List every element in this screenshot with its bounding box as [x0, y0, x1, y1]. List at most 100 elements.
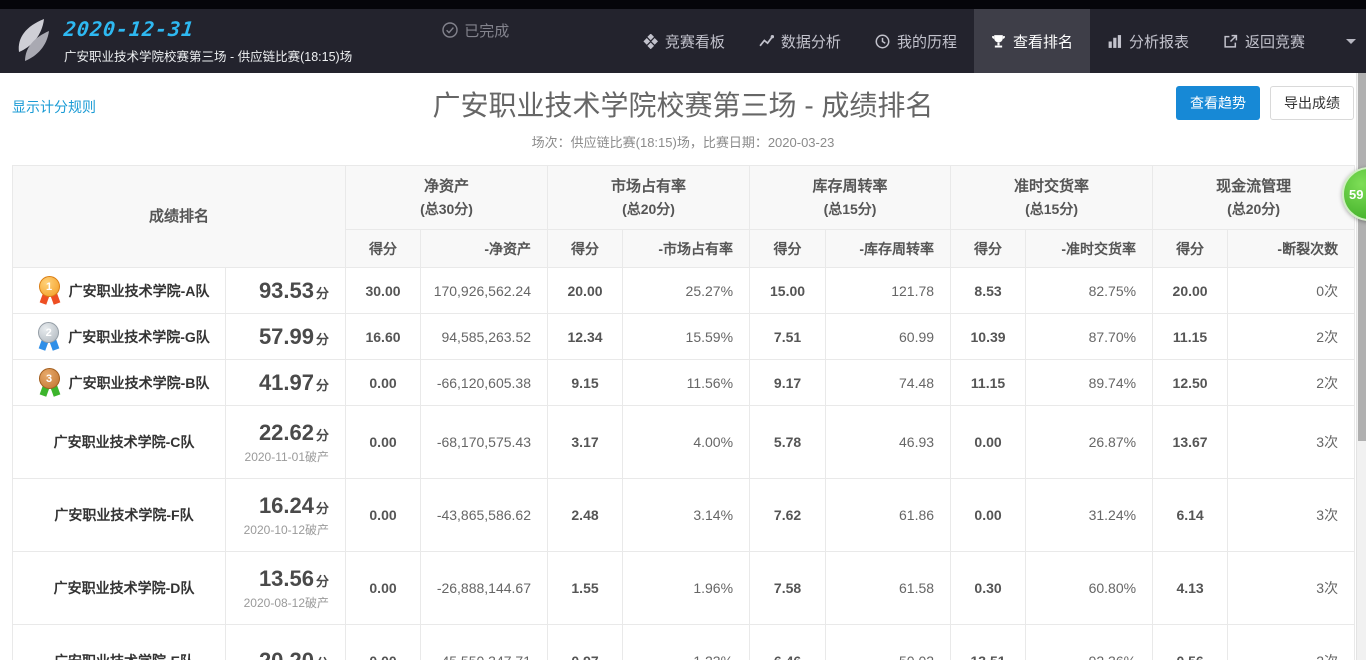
team-cell: 广安职业技术学院-F队: [13, 479, 226, 552]
score-subheader-2: 得分: [750, 230, 826, 268]
team-name: 广安职业技术学院-D队: [54, 578, 195, 598]
score-cell: 7.62: [750, 479, 826, 552]
score-subheader-3: 得分: [951, 230, 1026, 268]
table-row-6: 广安职业技术学院-D队 13.56分2020-08-12破产0.00-26,888…: [13, 552, 1355, 625]
score-cell: 7.51: [750, 314, 826, 360]
check-circle-icon: [442, 22, 458, 38]
score-cell: 11.15: [951, 360, 1026, 406]
team-name: 广安职业技术学院-G队: [68, 327, 210, 347]
export-scores-button[interactable]: 导出成绩: [1270, 86, 1354, 120]
value-cell: 46.93: [826, 406, 951, 479]
value-cell: 60.99: [826, 314, 951, 360]
group-header-1: 市场占有率(总20分): [548, 166, 750, 230]
total-score-cell: 22.62分2020-11-01破产: [226, 406, 346, 479]
total-score-cell: 20.20分: [226, 625, 346, 660]
value-cell: -43,865,586.62: [421, 479, 548, 552]
value-cell: 25.27%: [623, 268, 750, 314]
table-row-5: 广安职业技术学院-F队 16.24分2020-10-12破产0.00-43,865…: [13, 479, 1355, 552]
value-cell: 87.70%: [1026, 314, 1153, 360]
total-score-cell: 16.24分2020-10-12破产: [226, 479, 346, 552]
team-name: 广安职业技术学院-C队: [54, 432, 195, 452]
score-cell: 4.13: [1153, 552, 1228, 625]
score-cell: 11.15: [1153, 314, 1228, 360]
nav-item-label: 查看排名: [1013, 31, 1073, 52]
table-row-3: 3广安职业技术学院-B队41.97分0.00-66,120,605.389.15…: [13, 360, 1355, 406]
nav-dropdown-caret[interactable]: [1336, 9, 1366, 73]
value-cell: 31.24%: [1026, 479, 1153, 552]
nav-item-4[interactable]: 分析报表: [1090, 9, 1206, 73]
score-cell: 0.00: [346, 552, 421, 625]
competition-date: 2020-12-31: [63, 17, 354, 41]
score-cell: 7.58: [750, 552, 826, 625]
ranking-table-wrap: 成绩排名 净资产(总30分)市场占有率(总20分)库存周转率(总15分)准时交货…: [12, 165, 1354, 660]
score-cell: 8.53: [951, 268, 1026, 314]
total-score: 16.24: [259, 493, 314, 518]
nav-menu: 竞赛看板 数据分析我的历程 查看排名 分析报表返回竞赛: [626, 9, 1322, 73]
history-icon: [875, 34, 890, 49]
total-score: 20.20: [259, 648, 314, 660]
score-cell: 20.00: [1153, 268, 1228, 314]
score-cell: 0.00: [346, 625, 421, 660]
nav-item-0[interactable]: 竞赛看板: [626, 9, 742, 73]
nav-item-label: 分析报表: [1129, 31, 1189, 52]
value-cell: 60.80%: [1026, 552, 1153, 625]
score-cell: 6.46: [750, 625, 826, 660]
score-cell: 0.00: [346, 406, 421, 479]
score-cell: 10.39: [951, 314, 1026, 360]
total-score-cell: 13.56分2020-08-12破产: [226, 552, 346, 625]
score-subheader-1: 得分: [548, 230, 623, 268]
nav-item-5[interactable]: 返回竞赛: [1206, 9, 1322, 73]
team-cell: 3广安职业技术学院-B队: [13, 360, 226, 406]
score-cell: 12.34: [548, 314, 623, 360]
score-cell: 2.48: [548, 479, 623, 552]
score-cell: 0.00: [346, 479, 421, 552]
ranking-table: 成绩排名 净资产(总30分)市场占有率(总20分)库存周转率(总15分)准时交货…: [12, 165, 1355, 660]
team-name: 广安职业技术学院-F队: [54, 505, 193, 525]
top-strip: [0, 0, 1366, 9]
total-score: 57.99: [259, 324, 314, 349]
value-cell: -45,550,347.71: [421, 625, 548, 660]
value-cell: -26,888,144.67: [421, 552, 548, 625]
nav-item-1[interactable]: 数据分析: [742, 9, 858, 73]
wing-logo-icon: [12, 17, 54, 65]
view-trend-button[interactable]: 查看趋势: [1176, 86, 1260, 120]
score-cell: 3.17: [548, 406, 623, 479]
team-cell: 广安职业技术学院-C队: [13, 406, 226, 479]
value-subheader-0: -净资产: [421, 230, 548, 268]
nav-item-2[interactable]: 我的历程: [858, 9, 974, 73]
team-name: 广安职业技术学院-A队: [69, 281, 210, 301]
value-cell: 0次: [1228, 268, 1355, 314]
bankrupt-date: 2020-10-12破产: [226, 521, 329, 538]
total-score-cell: 41.97分: [226, 360, 346, 406]
score-cell: 13.67: [1153, 406, 1228, 479]
report-icon: [1107, 34, 1122, 49]
ranking-icon: [991, 34, 1006, 49]
team-cell: 2广安职业技术学院-G队: [13, 314, 226, 360]
value-cell: 94,585,263.52: [421, 314, 548, 360]
score-cell: 16.60: [346, 314, 421, 360]
navbar: 2020-12-31 广安职业技术学院校赛第三场 - 供应链比赛(18:15)场…: [0, 9, 1366, 73]
team-name: 广安职业技术学院-B队: [69, 373, 210, 393]
nav-item-3[interactable]: 查看排名: [974, 9, 1090, 73]
value-cell: 92.36%: [1026, 625, 1153, 660]
total-score: 41.97: [259, 370, 314, 395]
dashboard-icon: [643, 34, 658, 49]
score-cell: 20.00: [548, 268, 623, 314]
nav-item-label: 数据分析: [781, 31, 841, 52]
score-cell: 12.50: [1153, 360, 1228, 406]
scrollbar-thumb[interactable]: [1358, 73, 1366, 441]
page-subtitle: 场次：供应链比赛(18:15)场，比赛日期：2020-03-23: [0, 132, 1366, 151]
score-cell: 0.56: [1153, 625, 1228, 660]
value-cell: 61.58: [826, 552, 951, 625]
value-subheader-1: -市场占有率: [623, 230, 750, 268]
score-cell: 13.51: [951, 625, 1026, 660]
value-cell: 2次: [1228, 360, 1355, 406]
value-cell: 26.87%: [1026, 406, 1153, 479]
show-scoring-rules-link[interactable]: 显示计分规则: [12, 97, 96, 117]
group-header-4: 现金流管理(总20分): [1153, 166, 1355, 230]
vertical-scrollbar[interactable]: [1356, 73, 1366, 660]
table-row-7: 广安职业技术学院-E队20.20分0.00-45,550,347.710.971…: [13, 625, 1355, 660]
breadcrumb: 广安职业技术学院校赛第三场 - 供应链比赛(18:15)场: [64, 46, 352, 65]
page: 2020-12-31 广安职业技术学院校赛第三场 - 供应链比赛(18:15)场…: [0, 0, 1366, 660]
value-cell: 89.74%: [1026, 360, 1153, 406]
